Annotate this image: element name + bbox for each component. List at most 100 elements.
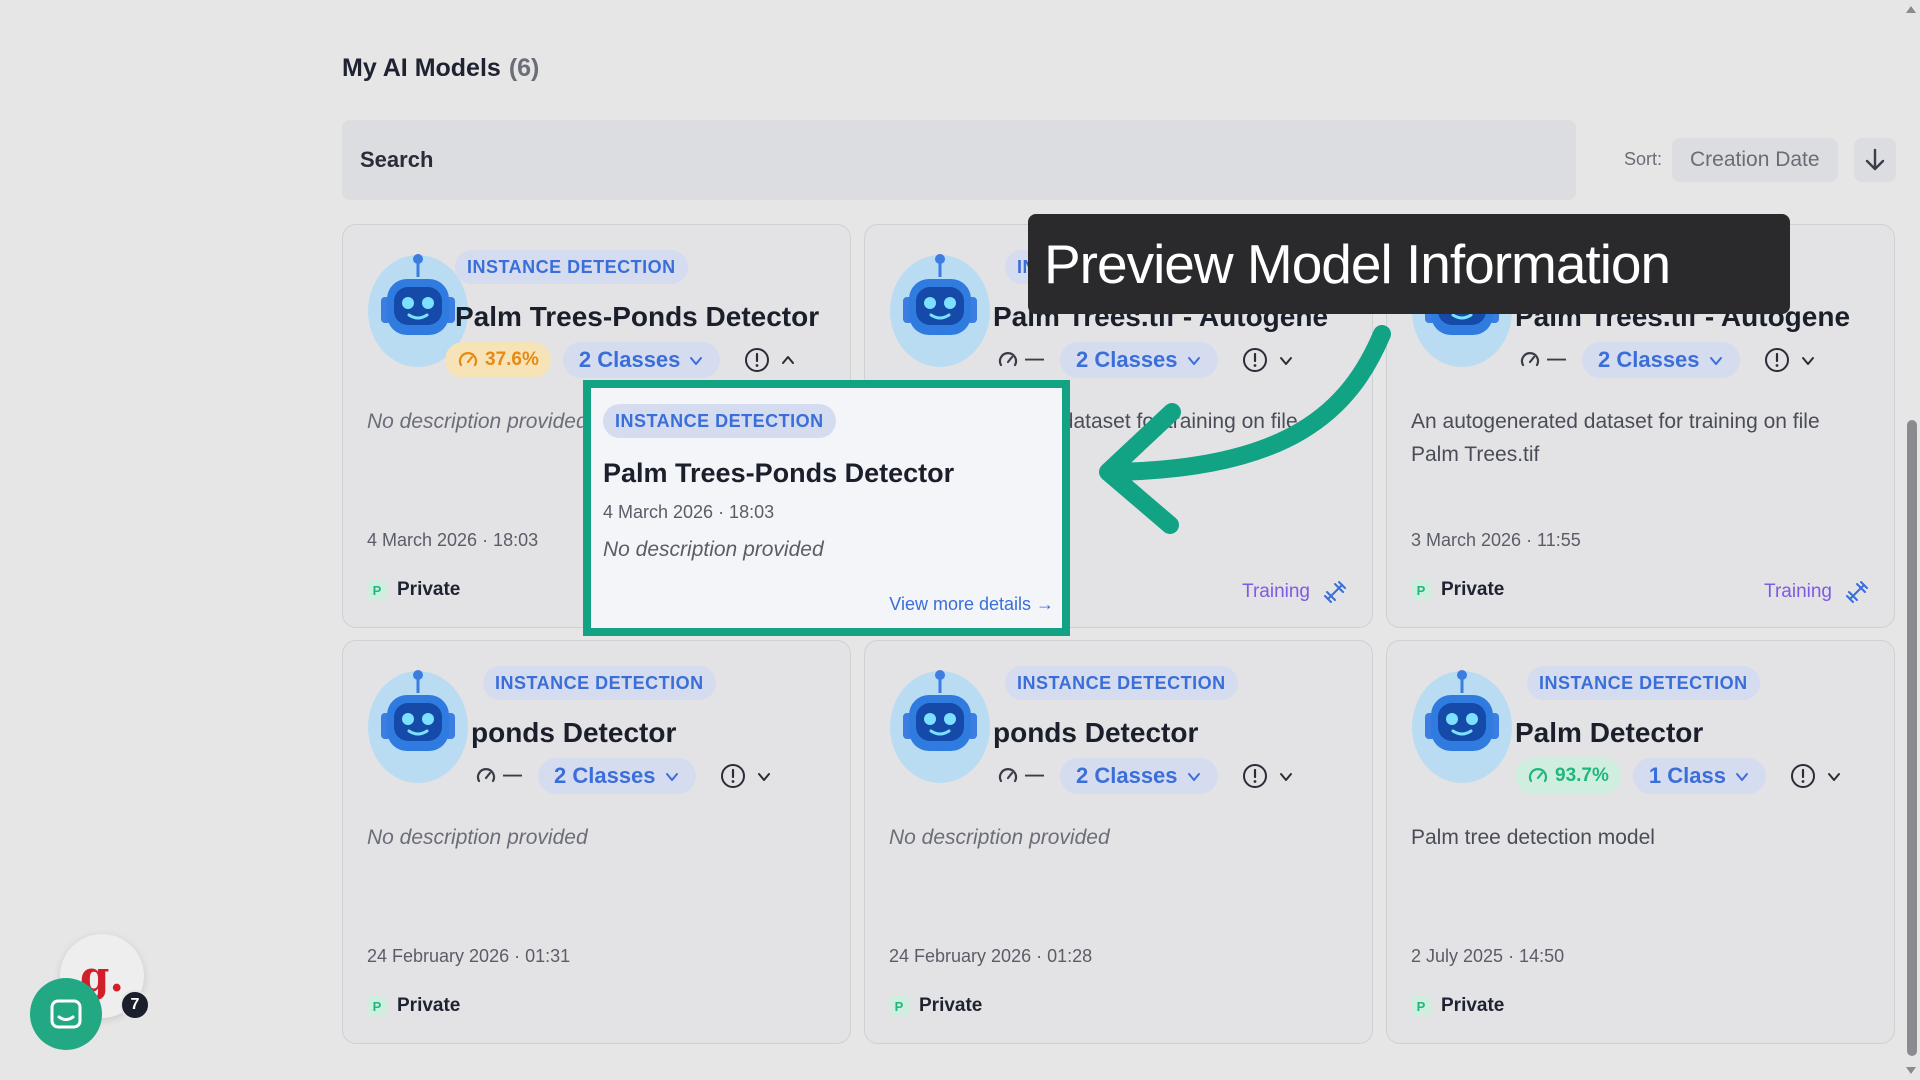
chevron-down-icon bbox=[1279, 773, 1292, 781]
sort-select[interactable]: Creation Date bbox=[1672, 138, 1838, 182]
chevron-down-icon bbox=[1187, 773, 1200, 781]
visibility-initial: P bbox=[367, 996, 387, 1016]
visibility-initial: P bbox=[1411, 996, 1431, 1016]
accuracy-gauge-icon bbox=[1528, 768, 1548, 783]
sort-direction-button[interactable] bbox=[1854, 138, 1896, 182]
view-more-details-link[interactable]: View more details → bbox=[889, 594, 1054, 615]
info-icon bbox=[720, 764, 745, 788]
visibility-label: Private bbox=[1441, 579, 1505, 600]
robot-avatar-icon bbox=[889, 665, 991, 783]
robot-avatar-icon bbox=[889, 249, 991, 367]
classes-label: 2 Classes bbox=[554, 763, 656, 788]
model-card[interactable]: INSTANCE DETECTION Palm Detector 93.7% 1… bbox=[1386, 640, 1895, 1044]
visibility-label: Private bbox=[1441, 995, 1505, 1016]
accuracy-value: 93.7% bbox=[1555, 765, 1609, 786]
classes-dropdown[interactable]: 2 Classes bbox=[538, 758, 696, 794]
info-icon bbox=[1242, 764, 1267, 788]
sort-label: Sort: bbox=[1624, 149, 1663, 169]
visibility-label: Private bbox=[919, 995, 983, 1016]
classes-dropdown[interactable]: 1 Class bbox=[1632, 758, 1766, 794]
info-toggle-button[interactable] bbox=[1242, 763, 1294, 789]
chat-unread-badge: 7 bbox=[120, 990, 150, 1020]
status-label: Training bbox=[1242, 581, 1310, 602]
model-type-badge: INSTANCE DETECTION bbox=[1005, 666, 1238, 700]
chevron-down-icon bbox=[1801, 357, 1814, 365]
scroll-down-icon[interactable] bbox=[1905, 1066, 1917, 1076]
status-label: Training bbox=[1764, 581, 1832, 602]
classes-dropdown[interactable]: 2 Classes bbox=[1060, 758, 1218, 794]
status-indicator: Training bbox=[1242, 579, 1348, 605]
model-title[interactable]: Palm Trees-Ponds Detector bbox=[455, 301, 819, 333]
page-scrollbar[interactable] bbox=[1902, 0, 1920, 1080]
model-description: No description provided bbox=[367, 826, 588, 849]
popup-title: Palm Trees-Ponds Detector bbox=[603, 458, 955, 488]
accuracy-gauge-icon bbox=[476, 768, 496, 783]
popup-description: No description provided bbox=[603, 538, 824, 561]
visibility-indicator: P Private bbox=[367, 995, 460, 1017]
annotation-callout: Preview Model Information bbox=[1028, 214, 1790, 314]
search-label: Search bbox=[360, 147, 434, 172]
info-icon bbox=[1790, 764, 1815, 788]
model-meta-row: — 2 Classes bbox=[471, 758, 772, 794]
model-description: An autogenerated dataset for training on… bbox=[1411, 410, 1820, 466]
chevron-down-icon bbox=[690, 357, 703, 365]
model-count: (6) bbox=[508, 54, 540, 82]
accuracy-value: — bbox=[1025, 349, 1044, 370]
accuracy-badge: 93.7% bbox=[1515, 758, 1621, 794]
chat-icon bbox=[50, 999, 82, 1029]
model-date: 24 February 2026 · 01:31 bbox=[367, 946, 571, 966]
classes-dropdown[interactable]: 2 Classes bbox=[562, 342, 721, 378]
chat-launcher-button[interactable] bbox=[30, 978, 102, 1050]
visibility-initial: P bbox=[1411, 580, 1431, 600]
scroll-up-icon[interactable] bbox=[1905, 4, 1917, 14]
accuracy-value: — bbox=[1547, 349, 1566, 370]
info-toggle-button[interactable] bbox=[1764, 347, 1816, 373]
info-icon bbox=[745, 348, 770, 372]
chevron-down-icon bbox=[665, 773, 678, 781]
model-card[interactable]: INSTANCE DETECTION ponds Detector — 2 Cl… bbox=[864, 640, 1373, 1044]
training-icon bbox=[1846, 581, 1868, 603]
model-title[interactable]: ponds Detector bbox=[471, 717, 676, 749]
model-description: Palm tree detection model bbox=[1411, 826, 1655, 849]
model-date: 3 March 2026 · 11:55 bbox=[1411, 530, 1581, 550]
visibility-indicator: P Private bbox=[889, 995, 982, 1017]
classes-dropdown[interactable]: 2 Classes bbox=[1582, 342, 1740, 378]
model-title[interactable]: Palm Detector bbox=[1515, 717, 1703, 749]
search-input[interactable]: Search bbox=[342, 120, 1576, 200]
info-toggle-button[interactable] bbox=[720, 763, 772, 789]
model-meta-row: 93.7% 1 Class bbox=[1515, 758, 1842, 794]
classes-label: 1 Class bbox=[1648, 763, 1726, 788]
model-date: 2 July 2025 · 14:50 bbox=[1411, 946, 1565, 966]
accuracy-badge: 37.6% bbox=[445, 342, 551, 378]
scrollbar-thumb[interactable] bbox=[1907, 420, 1917, 1056]
info-toggle-button[interactable] bbox=[1790, 763, 1842, 789]
visibility-label: Private bbox=[397, 579, 461, 600]
accuracy-value: — bbox=[503, 765, 522, 786]
popup-type-badge: INSTANCE DETECTION bbox=[603, 404, 836, 438]
visibility-label: Private bbox=[397, 995, 461, 1016]
model-meta-row: 37.6% 2 Classes bbox=[445, 342, 796, 378]
page-title: My AI Models (6) bbox=[342, 54, 539, 83]
classes-label: 2 Classes bbox=[578, 347, 681, 372]
visibility-indicator: P Private bbox=[1411, 579, 1504, 601]
accuracy-badge: — bbox=[471, 758, 526, 794]
model-card[interactable]: INSTANCE DETECTION ponds Detector — 2 Cl… bbox=[342, 640, 851, 1044]
accuracy-gauge-icon bbox=[1520, 352, 1540, 367]
model-date: 24 February 2026 · 01:28 bbox=[889, 946, 1093, 966]
model-preview-popup: INSTANCE DETECTION Palm Trees-Ponds Dete… bbox=[583, 380, 1070, 636]
annotation-arrow-icon bbox=[1099, 325, 1391, 534]
visibility-indicator: P Private bbox=[1411, 995, 1504, 1017]
visibility-initial: P bbox=[367, 580, 387, 600]
accuracy-value: — bbox=[1025, 765, 1044, 786]
model-title[interactable]: ponds Detector bbox=[993, 717, 1198, 749]
arrow-down-icon bbox=[1865, 148, 1885, 171]
visibility-indicator: P Private bbox=[367, 579, 460, 601]
model-meta-row: — 2 Classes bbox=[1515, 342, 1816, 378]
robot-avatar-icon bbox=[1411, 665, 1513, 783]
info-toggle-button[interactable] bbox=[744, 347, 796, 373]
accuracy-gauge-icon bbox=[998, 768, 1018, 783]
info-icon bbox=[1764, 348, 1789, 372]
chevron-up-icon bbox=[782, 356, 795, 364]
popup-date: 4 March 2026 · 18:03 bbox=[603, 502, 775, 522]
accuracy-badge: — bbox=[993, 758, 1048, 794]
